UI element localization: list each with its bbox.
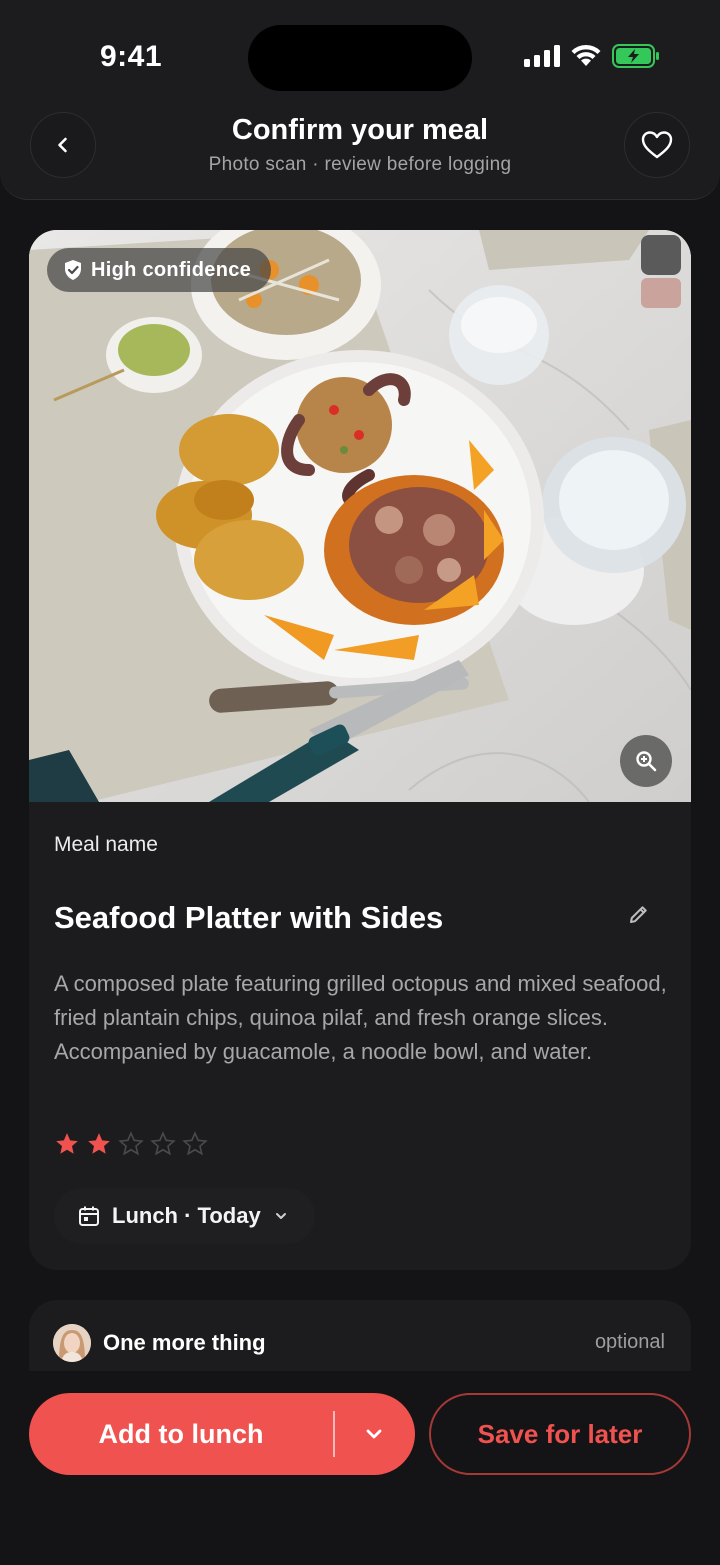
star-filled-icon[interactable] bbox=[54, 1131, 80, 1157]
heart-icon bbox=[641, 131, 673, 159]
meal-options-dropdown[interactable] bbox=[335, 1393, 413, 1475]
star-empty-icon[interactable] bbox=[182, 1131, 208, 1157]
dynamic-island bbox=[248, 25, 472, 91]
page-title: Confirm your meal bbox=[231, 114, 489, 146]
confidence-badge: High confidence bbox=[47, 248, 272, 292]
meal-description: A composed plate featuring grilled octop… bbox=[54, 971, 667, 1064]
one-more-thing-title: One more thing bbox=[103, 1330, 266, 1355]
meal-slot-selector[interactable]: Lunch · Today bbox=[54, 1188, 315, 1244]
pencil-icon[interactable] bbox=[627, 902, 651, 926]
battery-charging-icon bbox=[612, 44, 659, 68]
avatar bbox=[53, 1324, 91, 1362]
favorite-button[interactable] bbox=[624, 112, 690, 178]
add-to-lunch-button[interactable]: Add to lunch bbox=[29, 1393, 415, 1475]
page-subtitle: Photo scan · review before logging bbox=[208, 154, 512, 175]
status-icons bbox=[524, 44, 660, 68]
zoom-button[interactable] bbox=[620, 735, 672, 787]
meal-slot-label: Lunch · Today bbox=[112, 1203, 261, 1228]
star-filled-icon[interactable] bbox=[86, 1131, 112, 1157]
meal-photo-illustration bbox=[29, 230, 691, 802]
chevron-down-icon bbox=[275, 1213, 286, 1219]
meal-photo[interactable]: High confidence bbox=[29, 230, 691, 802]
calendar-icon bbox=[79, 1206, 99, 1226]
confidence-label: High confidence bbox=[91, 258, 252, 281]
zoom-in-icon bbox=[636, 751, 657, 772]
meal-name[interactable]: Seafood Platter with Sides bbox=[54, 900, 443, 936]
star-empty-icon[interactable] bbox=[150, 1131, 176, 1157]
optional-label: optional bbox=[594, 1331, 665, 1353]
add-to-lunch-label: Add to lunch bbox=[98, 1418, 264, 1449]
bottom-action-bar: Add to lunch Save for later bbox=[0, 1371, 720, 1565]
cellular-signal-icon bbox=[524, 45, 560, 67]
meal-card: High confidence Meal name Seafood Platte… bbox=[29, 230, 691, 1270]
header: 9:41 Confirm your meal Photo scan · revi… bbox=[0, 0, 720, 200]
star-empty-icon[interactable] bbox=[118, 1131, 144, 1157]
shield-check-icon bbox=[65, 260, 81, 280]
save-for-later-button[interactable]: Save for later bbox=[429, 1393, 691, 1475]
status-time: 9:41 bbox=[100, 40, 163, 73]
meal-name-label: Meal name bbox=[54, 833, 158, 856]
wifi-icon bbox=[571, 44, 601, 66]
chevron-down-icon bbox=[366, 1429, 382, 1439]
rating-stars[interactable] bbox=[54, 1131, 208, 1157]
avatar-illustration bbox=[53, 1324, 91, 1362]
